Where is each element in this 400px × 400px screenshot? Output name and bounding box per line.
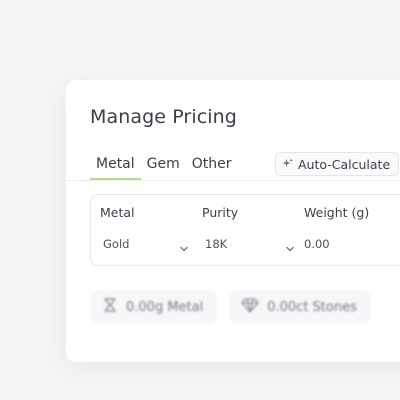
auto-calculate-label: Auto-Calculate: [298, 156, 391, 172]
column-header-metal: Metal: [100, 205, 135, 220]
chevron-down-icon[interactable]: [285, 239, 295, 252]
hourglass-icon: [102, 297, 118, 317]
stone-weight-label: 0.00ct Stones: [267, 299, 357, 315]
summary-stats: 0.00g Metal 0.00ct Stones: [90, 290, 371, 324]
page: Manage Pricing Metal Gem Other Auto-Calc…: [0, 0, 400, 400]
chevron-down-icon[interactable]: [179, 239, 189, 252]
column-header-weight: Weight (g): [304, 205, 370, 220]
weight-input[interactable]: 0.00: [304, 237, 330, 251]
pricing-tabs: Metal Gem Other: [90, 152, 238, 180]
auto-calculate-button[interactable]: Auto-Calculate: [275, 152, 400, 176]
metal-table: Metal Purity Weight (g) Gold 18K 0.00: [90, 194, 400, 266]
tab-other[interactable]: Other: [186, 152, 238, 180]
column-header-purity: Purity: [202, 205, 239, 220]
metal-select[interactable]: Gold: [103, 237, 129, 251]
sparkle-icon: [282, 157, 293, 172]
tabs-divider: [66, 180, 400, 181]
diamond-icon: [241, 297, 259, 317]
manage-pricing-panel: Manage Pricing Metal Gem Other Auto-Calc…: [66, 80, 400, 362]
page-title: Manage Pricing: [90, 106, 237, 128]
purity-select[interactable]: 18K: [205, 237, 227, 251]
tab-metal[interactable]: Metal: [90, 152, 141, 180]
tab-gem[interactable]: Gem: [141, 152, 186, 180]
metal-weight-label: 0.00g Metal: [126, 299, 204, 315]
metal-weight-stat: 0.00g Metal: [90, 290, 218, 324]
stone-weight-stat: 0.00ct Stones: [229, 290, 371, 324]
